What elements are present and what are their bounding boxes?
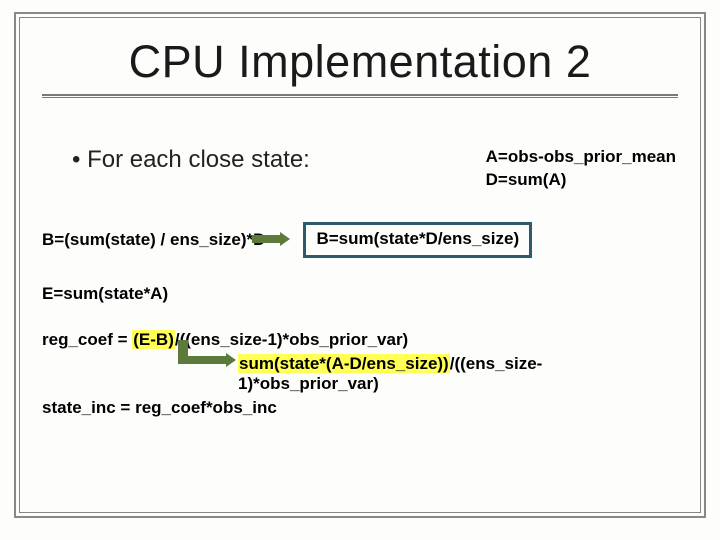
slide-title: CPU Implementation 2 bbox=[42, 36, 678, 88]
bullet-row: • For each close state: A=obs-obs_prior_… bbox=[42, 146, 678, 192]
b-boxed: B=sum(state*D/ens_size) bbox=[303, 222, 532, 258]
inner-frame: CPU Implementation 2 • For each close st… bbox=[19, 17, 701, 513]
title-rule bbox=[42, 94, 678, 98]
reg-pre: reg_coef = bbox=[42, 330, 132, 349]
reg-coef-line: reg_coef = (E-B)/((ens_size-1)*obs_prior… bbox=[42, 330, 678, 350]
b-row: B=(sum(state) / ens_size)*D B=sum(state*… bbox=[42, 222, 678, 258]
elbow-arrow-icon bbox=[178, 352, 238, 376]
side-line-a: A=obs-obs_prior_mean bbox=[486, 146, 676, 169]
reg-post: /((ens_size-1)*obs_prior_var) bbox=[175, 330, 408, 349]
state-inc-line: state_inc = reg_coef*obs_inc bbox=[42, 398, 678, 418]
b-left: B=(sum(state) / ens_size)*D bbox=[42, 230, 265, 250]
arrow-right-icon bbox=[252, 232, 290, 246]
sum-row: sum(state*(A-D/ens_size))/((ens_size-1)*… bbox=[42, 354, 678, 394]
e-line: E=sum(state*A) bbox=[42, 284, 678, 304]
outer-frame: CPU Implementation 2 • For each close st… bbox=[14, 12, 706, 518]
side-line-d: D=sum(A) bbox=[486, 169, 676, 192]
sum-highlight: sum(state*(A-D/ens_size)) bbox=[238, 354, 450, 373]
bullet-text: • For each close state: bbox=[42, 146, 456, 174]
reg-highlight: (E-B) bbox=[132, 330, 175, 349]
side-note: A=obs-obs_prior_mean D=sum(A) bbox=[486, 146, 678, 192]
